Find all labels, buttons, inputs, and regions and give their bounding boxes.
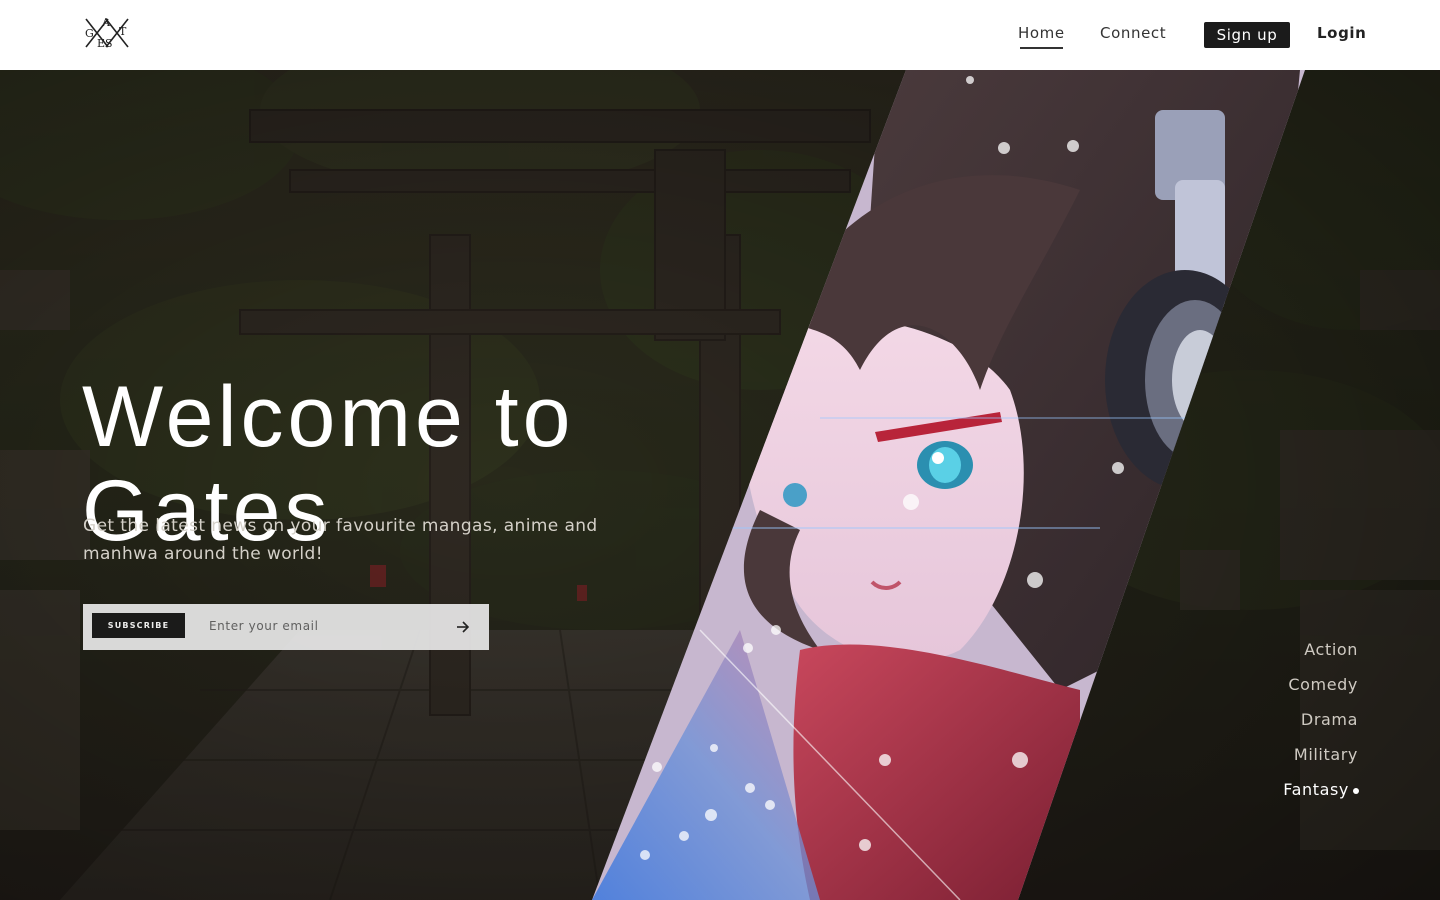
- hero-title-line-1: Welcome to: [82, 369, 575, 465]
- genre-military[interactable]: Military: [1158, 743, 1358, 778]
- logo-letter-g: G: [85, 27, 94, 40]
- active-dot-icon: [1353, 787, 1359, 794]
- email-input[interactable]: [209, 616, 439, 636]
- nav-home-link[interactable]: Home: [1018, 24, 1065, 49]
- hero-subtitle: Get the latest news on your favourite ma…: [83, 516, 598, 564]
- logo-letter-t: T: [119, 25, 127, 38]
- top-nav-bar: A G T ES Home Connect Sign up Login: [0, 0, 1440, 70]
- genre-comedy[interactable]: Comedy: [1158, 673, 1358, 708]
- logo-letter-es: ES: [97, 37, 113, 50]
- genre-drama[interactable]: Drama: [1158, 708, 1358, 743]
- genre-list: Action Comedy Drama Military Fantasy: [1158, 638, 1359, 813]
- hero-section: Welcome to Gates Get the latest news on …: [0, 70, 1440, 900]
- signup-button[interactable]: Sign up: [1204, 22, 1290, 48]
- login-link[interactable]: Login: [1317, 24, 1366, 42]
- logo-letter-a: A: [102, 16, 110, 29]
- nav-connect-link[interactable]: Connect: [1100, 24, 1166, 42]
- arrow-right-icon[interactable]: [453, 617, 473, 637]
- subscribe-form: SUBSCRIBE: [83, 604, 489, 650]
- subscribe-button[interactable]: SUBSCRIBE: [92, 613, 185, 638]
- gates-logo[interactable]: A G T ES: [84, 16, 130, 52]
- genre-action[interactable]: Action: [1158, 638, 1358, 673]
- genre-fantasy[interactable]: Fantasy: [1158, 778, 1359, 813]
